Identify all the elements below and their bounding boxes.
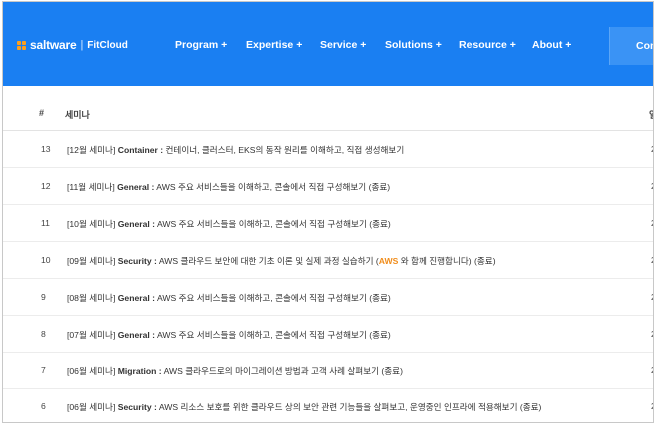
row-number: 10 bbox=[41, 255, 51, 265]
row-prefix: [10월 세미나] bbox=[67, 219, 116, 229]
brand-separator: | bbox=[80, 39, 84, 51]
table-row[interactable]: 13 [12월 세미나] Container : 컨테이너, 클러스터, EKS… bbox=[3, 131, 653, 168]
row-number: 12 bbox=[41, 181, 51, 191]
header-num: # bbox=[39, 108, 45, 118]
table-row[interactable]: 7 [06월 세미나] Migration : AWS 클라우드로의 마이그레이… bbox=[3, 352, 653, 389]
row-text: AWS 주요 서비스들을 이해하고, 콘솔에서 직접 구성해보기 (종료) bbox=[156, 182, 391, 192]
row-category: Container : bbox=[117, 145, 164, 155]
row-category: General : bbox=[117, 219, 156, 229]
contact-label: Conta bbox=[636, 40, 653, 52]
brand-logo[interactable]: saltware | FitCloud bbox=[17, 36, 128, 54]
table-row[interactable]: 9 [08월 세미나] General : AWS 주요 서비스들을 이해하고,… bbox=[3, 279, 653, 316]
row-text: AWS 리소스 보호를 위한 클라우드 상의 보안 관련 기능들을 살펴보고, … bbox=[158, 402, 542, 412]
page-frame: saltware | FitCloud Program + Expertise … bbox=[2, 1, 654, 423]
row-text: 컨테이너, 클러스터, EKS의 동작 원리를 이해하고, 직접 생성해보기 bbox=[165, 145, 405, 155]
row-title[interactable]: [09월 세미나] Security : AWS 클라우드 보안에 대한 기초 … bbox=[67, 255, 496, 267]
row-number: 7 bbox=[41, 365, 46, 375]
nav-program[interactable]: Program + bbox=[175, 39, 227, 51]
row-title[interactable]: [06월 세미나] Security : AWS 리소스 보호를 위한 클라우드… bbox=[67, 401, 541, 413]
row-date: 2 bbox=[651, 365, 653, 375]
logo-dots-icon bbox=[17, 40, 26, 50]
row-date: 2 bbox=[651, 329, 653, 339]
row-title[interactable]: [12월 세미나] Container : 컨테이너, 클러스터, EKS의 동… bbox=[67, 144, 404, 156]
table-row[interactable]: 10 [09월 세미나] Security : AWS 클라우드 보안에 대한 … bbox=[3, 242, 653, 279]
nav-resource[interactable]: Resource + bbox=[459, 39, 516, 51]
row-title[interactable]: [10월 세미나] General : AWS 주요 서비스들을 이해하고, 콘… bbox=[67, 218, 391, 230]
contact-button[interactable]: Conta bbox=[609, 27, 653, 65]
row-text: AWS 주요 서비스들을 이해하고, 콘솔에서 직접 구성해보기 (종료) bbox=[156, 219, 391, 229]
nav-solutions[interactable]: Solutions + bbox=[385, 39, 442, 51]
row-category: General : bbox=[117, 330, 156, 340]
row-prefix: [06월 세미나] bbox=[67, 402, 116, 412]
row-prefix: [08월 세미나] bbox=[67, 293, 116, 303]
row-category: Security : bbox=[117, 256, 157, 266]
row-category: General : bbox=[117, 293, 156, 303]
brand-name: saltware bbox=[30, 38, 77, 52]
row-prefix: [12월 세미나] bbox=[67, 145, 116, 155]
row-highlight: AWS bbox=[378, 256, 399, 266]
row-date: 2 bbox=[651, 144, 653, 154]
row-title[interactable]: [06월 세미나] Migration : AWS 클라우드로의 마이그레이션 … bbox=[67, 365, 403, 377]
row-category: Security : bbox=[117, 402, 157, 412]
table-row[interactable]: 11 [10월 세미나] General : AWS 주요 서비스들을 이해하고… bbox=[3, 205, 653, 242]
row-category: General : bbox=[117, 182, 155, 192]
table-row[interactable]: 12 [11월 세미나] General : AWS 주요 서비스들을 이해하고… bbox=[3, 168, 653, 205]
row-title[interactable]: [11월 세미나] General : AWS 주요 서비스들을 이해하고, 콘… bbox=[67, 181, 390, 193]
row-date: 2 bbox=[651, 292, 653, 302]
row-prefix: [06월 세미나] bbox=[67, 366, 116, 376]
table-row[interactable]: 8 [07월 세미나] General : AWS 주요 서비스들을 이해하고,… bbox=[3, 316, 653, 353]
row-number: 13 bbox=[41, 144, 51, 154]
nav-expertise[interactable]: Expertise + bbox=[246, 39, 302, 51]
row-date: 2 bbox=[651, 401, 653, 411]
row-prefix: [07월 세미나] bbox=[67, 330, 116, 340]
row-number: 9 bbox=[41, 292, 46, 302]
row-number: 11 bbox=[41, 218, 50, 228]
top-navbar: saltware | FitCloud Program + Expertise … bbox=[3, 2, 653, 86]
row-date: 2 bbox=[651, 255, 653, 265]
row-number: 8 bbox=[41, 329, 46, 339]
row-prefix: [11월 세미나] bbox=[67, 182, 115, 192]
row-date: 2 bbox=[651, 181, 653, 191]
row-category: Migration : bbox=[117, 366, 162, 376]
nav-about[interactable]: About + bbox=[532, 39, 571, 51]
table-header: # 세미나 일 bbox=[3, 98, 653, 131]
nav-service[interactable]: Service + bbox=[320, 39, 366, 51]
row-text: AWS 클라우드로의 마이그레이션 방법과 고객 사례 살펴보기 (종료) bbox=[163, 366, 403, 376]
row-text: AWS 주요 서비스들을 이해하고, 콘솔에서 직접 구성해보기 (종료) bbox=[156, 330, 391, 340]
row-title[interactable]: [08월 세미나] General : AWS 주요 서비스들을 이해하고, 콘… bbox=[67, 292, 391, 304]
row-date: 2 bbox=[651, 218, 653, 228]
row-title[interactable]: [07월 세미나] General : AWS 주요 서비스들을 이해하고, 콘… bbox=[67, 329, 391, 341]
header-date: 일 bbox=[649, 108, 653, 121]
table-row[interactable]: 6 [06월 세미나] Security : AWS 리소스 보호를 위한 클라… bbox=[3, 388, 653, 422]
row-prefix: [09월 세미나] bbox=[67, 256, 116, 266]
row-text: AWS 클라우드 보안에 대한 기초 이론 및 실제 과정 실습하기 ( bbox=[158, 256, 379, 266]
row-text-after: 와 함께 진행합니다) (종료) bbox=[398, 256, 496, 266]
row-number: 6 bbox=[41, 401, 46, 411]
brand-sub: FitCloud bbox=[87, 39, 128, 51]
row-text: AWS 주요 서비스들을 이해하고, 콘솔에서 직접 구성해보기 (종료) bbox=[156, 293, 391, 303]
header-title: 세미나 bbox=[65, 110, 90, 120]
